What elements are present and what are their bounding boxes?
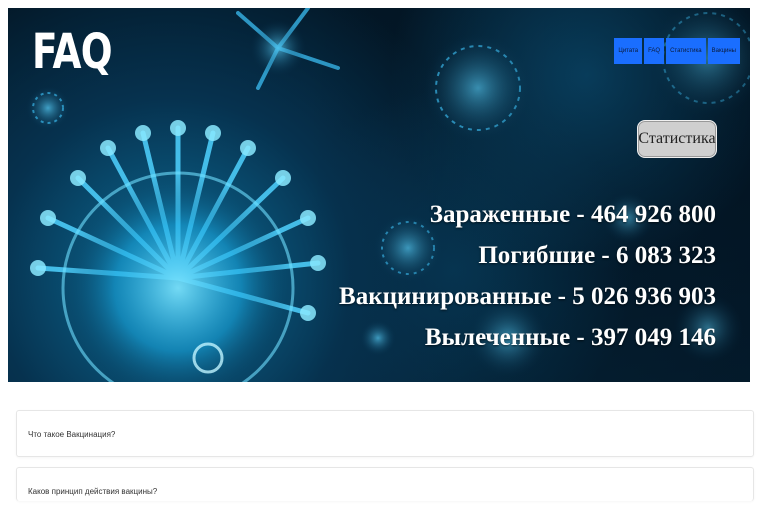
nav-item-faq[interactable]: FAQ <box>644 38 665 64</box>
stat-infected: Зараженные - 464 926 800 <box>429 201 716 228</box>
faq-item-vaccine-principle[interactable]: Каков принцип действия вакцины? <box>16 467 754 501</box>
nav-item-vaccines[interactable]: Вакцины <box>707 38 740 64</box>
site-logo[interactable]: FAQ <box>32 24 113 80</box>
top-nav: Цитата FAQ Статистика Вакцины <box>614 38 740 64</box>
faq-item-what-is-vaccination[interactable]: Что такое Вакцинация? <box>16 410 754 457</box>
nav-item-quote[interactable]: Цитата <box>614 38 643 64</box>
stat-recovered: Вылеченные - 397 049 146 <box>424 324 716 351</box>
statistics-button[interactable]: Статистика <box>637 120 717 158</box>
nav-item-statistics[interactable]: Статистика <box>666 38 706 64</box>
stat-vaccinated: Вакцинированные - 5 026 936 903 <box>339 283 716 310</box>
stat-deaths: Погибшие - 6 083 323 <box>478 242 716 269</box>
stats-block: Зараженные - 464 926 800 Погибшие - 6 08… <box>339 194 716 358</box>
hero-banner: FAQ Цитата FAQ Статистика Вакцины Статис… <box>8 8 750 382</box>
